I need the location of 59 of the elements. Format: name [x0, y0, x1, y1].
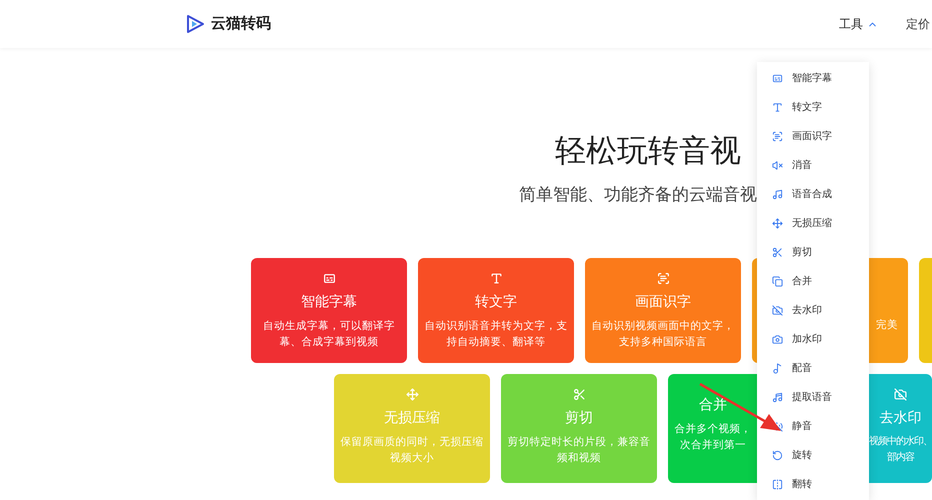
- camera-icon: [772, 334, 783, 345]
- dropdown-item[interactable]: 语音合成: [757, 180, 869, 209]
- music-note-icon: [772, 189, 783, 200]
- card-description: 保留原画质的同时，无损压缩: [340, 435, 484, 450]
- flip-icon: [772, 479, 783, 490]
- dropdown-item[interactable]: 剪切: [757, 238, 869, 267]
- dropdown-item[interactable]: 合并: [757, 267, 869, 296]
- card-title: 画面识字: [635, 292, 691, 310]
- speaker-mute-icon: [772, 160, 783, 171]
- card-title: 无损压缩: [384, 408, 440, 426]
- camera-off-icon: [894, 388, 907, 401]
- hero-title: 轻松玩转音视: [555, 132, 741, 170]
- dropdown-item[interactable]: 智能字幕: [757, 64, 869, 93]
- card-description: 幕、合成字幕到视频: [280, 335, 378, 350]
- music-note-icon: [772, 363, 783, 374]
- card-description: 自动生成字幕，可以翻译字: [263, 319, 395, 334]
- rotate-icon: [772, 450, 783, 461]
- card-description: 频和视频: [557, 451, 601, 466]
- dropdown-item[interactable]: 消音: [757, 151, 869, 180]
- card-description: 次合并到第一: [680, 438, 746, 453]
- dropdown-item[interactable]: 无损压缩: [757, 209, 869, 238]
- caption-icon: [772, 73, 783, 84]
- scissors-icon: [772, 247, 783, 258]
- dropdown-item[interactable]: 转文字: [757, 93, 869, 122]
- copy-icon: [772, 276, 783, 287]
- scissors-icon: [572, 388, 586, 401]
- card-description: 视频中的水印、: [869, 434, 932, 449]
- four-arrows-icon: [772, 218, 783, 229]
- card-description: 持自动摘要、翻译等: [446, 335, 546, 350]
- card-description: 合并多个视频，: [674, 422, 752, 437]
- four-arrows-icon: [406, 388, 418, 401]
- caption-icon: [322, 272, 336, 285]
- text-icon: [490, 272, 502, 285]
- logo-icon: [184, 13, 206, 35]
- dropdown-item[interactable]: 加水印: [757, 325, 869, 354]
- camera-off-icon: [772, 305, 783, 316]
- card-description: 视频大小: [390, 451, 434, 466]
- card-title: 智能字幕: [301, 292, 357, 310]
- card-description: 完美: [876, 318, 898, 333]
- feature-card[interactable]: 智能字幕 自动生成字幕，可以翻译字 幕、合成字幕到视频: [251, 258, 407, 363]
- card-title: 合并: [699, 395, 727, 413]
- card-title: 剪切: [565, 408, 593, 426]
- text-icon: [772, 102, 783, 113]
- card-description: 自动识别视频画面中的文字，: [592, 319, 734, 334]
- dropdown-item[interactable]: 画面识字: [757, 122, 869, 151]
- hero-subtitle: 简单智能、功能齐备的云端音视: [519, 184, 757, 206]
- card-title: 转文字: [475, 292, 517, 310]
- music-note-icon: [772, 392, 783, 403]
- card-title: 去水印: [880, 408, 922, 426]
- dropdown-item[interactable]: 去水印: [757, 296, 869, 325]
- card-description: 部内容: [887, 450, 914, 465]
- card-description: 自动识别语音并转为文字，支: [424, 319, 568, 334]
- scan-text-icon: [772, 131, 783, 142]
- nav-menu[interactable]: 工具: [839, 15, 878, 33]
- logo-text: 云猫转码: [211, 14, 271, 34]
- card-description: 剪切特定时长的片段，兼容音: [508, 435, 650, 450]
- card-description: 支持多种国际语言: [619, 335, 707, 350]
- nav-menu[interactable]: 定价: [906, 15, 930, 33]
- scan-text-icon: [656, 272, 670, 285]
